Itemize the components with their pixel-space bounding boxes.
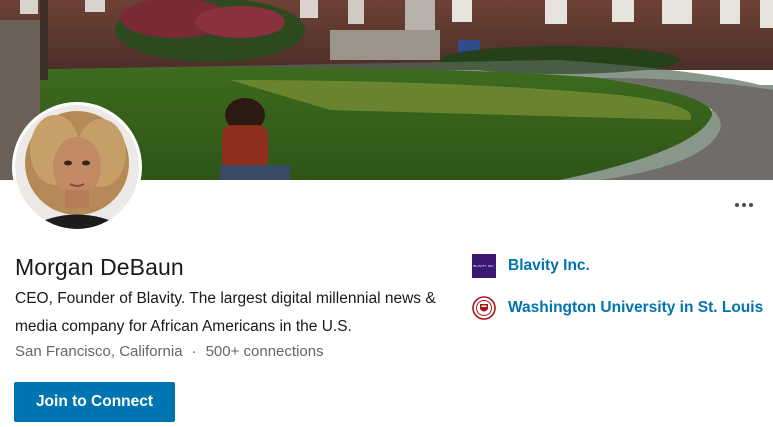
profile-connections: 500+ connections xyxy=(205,343,324,360)
school-link[interactable]: Washington University in St. Louis xyxy=(508,299,763,317)
join-to-connect-button[interactable]: Join to Connect xyxy=(14,382,175,422)
profile-location: San Francisco, California xyxy=(15,343,183,360)
blavity-logo-icon: BLAVITY INC. xyxy=(472,254,496,278)
company-logo-text: BLAVITY INC. xyxy=(473,264,495,268)
education: Washington University in St. Louis xyxy=(472,296,763,320)
more-options-button[interactable] xyxy=(727,193,761,217)
meta-separator: · xyxy=(191,343,197,360)
profile-avatar xyxy=(15,105,139,229)
current-company: BLAVITY INC. Blavity Inc. xyxy=(472,254,590,278)
profile-meta: San Francisco, California · 500+ connectio… xyxy=(15,343,324,360)
more-options-icon xyxy=(749,203,753,207)
more-options-icon xyxy=(735,203,739,207)
school-crest-icon xyxy=(472,296,496,320)
company-link[interactable]: Blavity Inc. xyxy=(508,257,590,275)
profile-name: Morgan DeBaun xyxy=(15,254,184,280)
more-options-icon xyxy=(742,203,746,207)
profile-headline: CEO, Founder of Blavity. The largest dig… xyxy=(15,290,436,335)
